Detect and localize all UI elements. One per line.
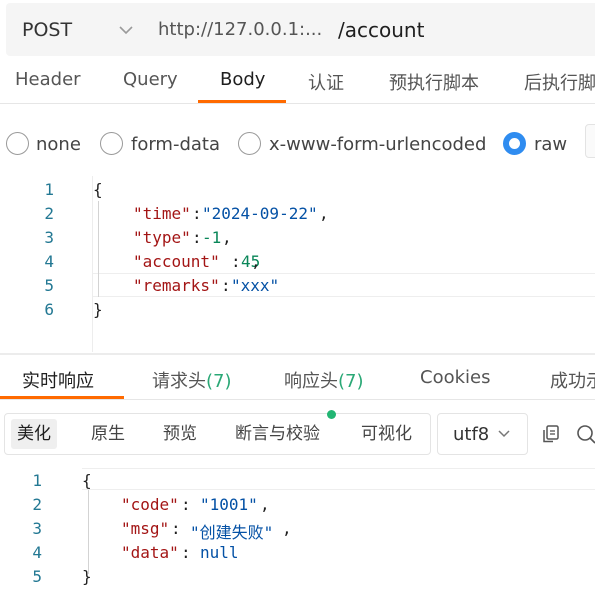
radio-form-data-label: form-data: [131, 134, 221, 155]
radio-raw-label: raw: [534, 134, 568, 155]
search-icon[interactable]: [576, 424, 595, 444]
json-comma: ,: [251, 252, 261, 271]
raw-format-select[interactable]: [585, 124, 595, 158]
line-number: 4: [32, 543, 42, 562]
json-key: "code": [121, 495, 179, 514]
json-number: -1: [202, 228, 222, 247]
tab-request-headers[interactable]: 请求头(7): [152, 367, 232, 393]
json-close-brace: }: [93, 300, 103, 319]
tab-query[interactable]: Query: [123, 69, 178, 90]
json-colon: :: [181, 543, 201, 562]
view-pretty-button[interactable]: 美化: [11, 419, 57, 449]
encoding-label: utf8: [453, 424, 490, 445]
tab-body[interactable]: Body: [220, 69, 265, 90]
json-colon: :: [192, 204, 202, 223]
json-string: "2024-09-22": [202, 204, 318, 223]
encoding-select[interactable]: utf8: [437, 413, 528, 455]
active-tab-indicator: [0, 396, 124, 399]
method-label: POST: [22, 19, 73, 41]
response-body-viewer[interactable]: 1 2 3 4 5 { "code" : "1001" , "msg" : "创…: [0, 468, 595, 601]
url-input[interactable]: http://127.0.0.1:... /account: [145, 3, 595, 56]
json-key: "data": [121, 543, 179, 562]
tab-success-example[interactable]: 成功示: [550, 367, 595, 393]
chevron-down-icon: [119, 26, 133, 35]
line-number: 3: [32, 519, 42, 538]
json-colon: :: [221, 276, 231, 295]
json-string: "创建失败": [190, 523, 274, 542]
tab-request-headers-count: (7): [206, 371, 232, 392]
json-key: "msg": [121, 519, 170, 538]
json-colon: :: [231, 252, 241, 271]
request-url-bar: POST http://127.0.0.1:... /account: [0, 0, 595, 59]
view-mode-toolbar: 美化 原生 预览 断言与校验 可视化: [4, 410, 431, 455]
request-body-editor[interactable]: 1 2 3 4 5 6 { "time" : "2024-09-22" , "t…: [0, 176, 595, 352]
line-number: 5: [44, 276, 54, 295]
request-tabs: Header Query Body 认证 预执行脚本 后执行脚: [0, 59, 595, 104]
tab-live-response[interactable]: 实时响应: [22, 367, 94, 393]
line-number: 3: [44, 228, 54, 247]
json-key: "type": [133, 228, 191, 247]
json-colon: :: [181, 495, 201, 514]
line-number: 6: [44, 300, 54, 319]
url-base: http://127.0.0.1:...: [158, 19, 323, 40]
tab-response-headers-label: 响应头: [284, 371, 338, 392]
radio-none-label: none: [36, 134, 81, 155]
view-raw-button[interactable]: 原生: [85, 419, 131, 449]
indent-guide: [88, 490, 89, 574]
json-comma: ,: [222, 228, 232, 247]
line-number: 2: [44, 204, 54, 223]
tab-post-script[interactable]: 后执行脚: [524, 69, 595, 95]
tab-auth[interactable]: 认证: [308, 69, 344, 95]
radio-none[interactable]: [6, 132, 29, 155]
gutter-divider: [92, 176, 93, 352]
json-key: "account": [133, 252, 220, 271]
tab-response-headers[interactable]: 响应头(7): [284, 367, 364, 393]
json-key: "time": [133, 204, 191, 223]
json-open-brace: {: [93, 180, 103, 199]
active-tab-indicator: [198, 100, 286, 103]
copy-icon[interactable]: [541, 424, 561, 444]
line-number: 2: [32, 495, 42, 514]
json-null: null: [200, 543, 239, 562]
radio-raw[interactable]: [503, 132, 526, 155]
json-colon: :: [171, 519, 191, 538]
json-string: "1001": [200, 495, 258, 514]
json-close-brace: }: [82, 567, 92, 586]
response-tabs: 实时响应 请求头(7) 响应头(7) Cookies 成功示: [0, 355, 595, 400]
json-comma: ,: [282, 519, 292, 538]
indent-guide: [98, 201, 99, 297]
radio-form-data[interactable]: [100, 132, 123, 155]
tab-header[interactable]: Header: [15, 69, 81, 90]
json-open-brace: {: [82, 471, 92, 490]
tab-request-headers-label: 请求头: [152, 371, 206, 392]
view-visualize-button[interactable]: 可视化: [355, 419, 418, 449]
body-type-group: none form-data x-www-form-urlencoded raw: [0, 124, 595, 166]
json-string: "xxx": [231, 276, 280, 295]
line-number: 5: [32, 567, 42, 586]
view-assertions-button[interactable]: 断言与校验: [229, 419, 326, 449]
line-number: 1: [44, 180, 54, 199]
url-path: /account: [338, 18, 425, 42]
line-number: 1: [32, 471, 42, 490]
view-preview-button[interactable]: 预览: [157, 419, 203, 449]
current-line-highlight: [82, 468, 595, 490]
chevron-down-icon: [498, 430, 510, 438]
json-comma: ,: [260, 495, 270, 514]
json-key: "remarks": [133, 276, 220, 295]
tab-response-headers-count: (7): [338, 371, 364, 392]
method-select[interactable]: POST: [6, 3, 145, 56]
tab-pre-script[interactable]: 预执行脚本: [389, 69, 479, 95]
assertion-status-dot: [327, 410, 336, 419]
tab-cookies[interactable]: Cookies: [420, 367, 490, 388]
radio-urlencoded[interactable]: [238, 132, 261, 155]
json-comma: ,: [319, 204, 329, 223]
radio-urlencoded-label: x-www-form-urlencoded: [269, 134, 487, 155]
json-colon: :: [192, 228, 202, 247]
line-number: 4: [44, 252, 54, 271]
